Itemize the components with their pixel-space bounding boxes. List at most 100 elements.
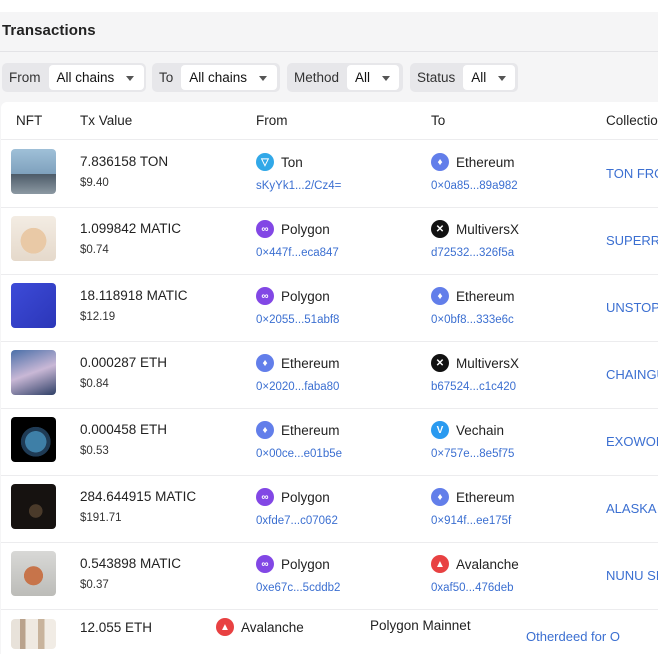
ethereum-icon: ♦ [256,421,274,439]
tx-value: 18.118918 MATIC [80,288,188,303]
transactions-table: NFT Tx Value From To Collection 7.836158… [1,102,658,654]
collection-link[interactable]: Otherdeed for O [526,629,620,644]
table-row[interactable]: 12.055 ETH ▲ Avalanche Polygon Mainnet O… [1,607,658,654]
column-header-nft: NFT [16,113,43,128]
table-row[interactable]: 0.000287 ETH $0.84 ♦ Ethereum 0×2020...faba8… [1,341,658,409]
filter-to-label: To [159,70,174,85]
filter-from[interactable]: From All chains [2,63,146,92]
to-address-link[interactable]: 0xaf50...476deb [431,582,514,594]
table-row[interactable]: 7.836158 TON $9.40 ▽ Ton sKyYk1...2/Cz4= ♦ Eth… [1,140,658,208]
to-address-link[interactable]: b67524...c1c420 [431,381,516,393]
from-address-link[interactable]: 0×2020...faba80 [256,381,339,393]
nft-thumbnail[interactable] [11,149,56,194]
from-chain-name: Polygon [281,221,330,237]
avalanche-icon: ▲ [216,618,234,636]
table-row[interactable]: 0.000458 ETH $0.53 ♦ Ethereum 0×00ce...e01b5… [1,408,658,476]
tx-value: 0.000287 ETH [80,355,168,370]
filter-method[interactable]: Method All [287,63,403,92]
filter-to-value: All chains [189,70,248,85]
from-chain-name: Ethereum [281,355,340,371]
to-address-link[interactable]: 0×0bf8...333e6c [431,314,514,326]
nft-thumbnail[interactable] [11,417,56,462]
tx-value-usd: $9.40 [80,177,109,189]
tx-value: 0.000458 ETH [80,422,168,437]
to-chain-name: MultiversX [456,355,520,371]
filter-from-select[interactable]: All chains [48,65,144,90]
to-address-link[interactable]: 0×0a85...89a982 [431,180,518,192]
filter-method-label: Method [294,70,340,85]
from-address-link[interactable]: 0xe67c...5cddb2 [256,582,340,594]
table-row[interactable]: 0.543898 MATIC $0.37 ∞ Polygon 0xe67c...5cdd… [1,542,658,610]
to-chain-name: Ethereum [456,154,515,170]
nft-thumbnail[interactable] [11,216,56,261]
from-address-link[interactable]: sKyYk1...2/Cz4= [256,180,341,192]
from-chain: ∞ Polygon [256,555,330,573]
from-chain: ∞ Polygon [256,220,330,238]
collection-link[interactable]: CHAINGUARDIANS [606,367,658,382]
nft-thumbnail[interactable] [11,484,56,529]
to-chain-name: Ethereum [456,489,515,505]
tx-value: 12.055 ETH [80,620,153,635]
from-address-link[interactable]: 0×00ce...e01b5e [256,448,342,460]
to-chain: ♦ Ethereum [431,287,515,305]
filter-status[interactable]: Status All [410,63,518,92]
chevron-down-icon [126,76,135,81]
ethereum-icon: ♦ [431,287,449,305]
table-row[interactable]: 1.099842 MATIC $0.74 ∞ Polygon 0×447f...eca8… [1,207,658,275]
to-chain-name: Avalanche [456,556,519,572]
table-row[interactable]: 18.118918 MATIC $12.19 ∞ Polygon 0×2055...51… [1,274,658,342]
polygon-icon: ∞ [256,555,274,573]
vechain-icon: V [431,421,449,439]
to-chain: V Vechain [431,421,504,439]
collection-link[interactable]: EXOWORLDS [606,434,658,449]
to-chain-name: Ethereum [456,288,515,304]
tx-value-usd: $0.37 [80,579,109,591]
collection-link[interactable]: SUPERRARE BEARS [606,233,658,248]
to-chain: ▲ Avalanche [431,555,519,573]
from-address-link[interactable]: 0xfde7...c07062 [256,515,338,527]
polygon-icon: ∞ [256,220,274,238]
filter-method-select[interactable]: All [347,65,400,90]
polygon-icon: ∞ [256,488,274,506]
collection-link[interactable]: ALASKA GOLD [606,501,658,516]
from-chain: ♦ Ethereum [256,354,340,372]
collection-link[interactable]: UNSTOPPABLE [606,300,658,315]
from-chain-name: Ethereum [281,422,340,438]
filter-from-value: All chains [56,70,115,85]
tx-value: 284.644915 MATIC [80,489,197,504]
to-chain: Polygon Mainnet [370,618,471,633]
chevron-down-icon [498,76,507,81]
from-chain: ∞ Polygon [256,488,330,506]
column-header-to: To [431,113,446,128]
nft-thumbnail[interactable] [11,350,56,395]
from-chain-name: Polygon [281,489,330,505]
nft-thumbnail[interactable] [11,283,56,328]
nft-thumbnail[interactable] [11,551,56,596]
tx-value-usd: $0.53 [80,445,109,457]
from-address-link[interactable]: 0×447f...eca847 [256,247,339,259]
nft-thumbnail[interactable] [11,619,56,649]
filter-to[interactable]: To All chains [152,63,280,92]
filter-to-select[interactable]: All chains [181,65,278,90]
filter-status-select[interactable]: All [463,65,516,90]
tx-value-usd: $0.74 [80,244,109,256]
to-address-link[interactable]: 0×757e...8e5f75 [431,448,514,460]
to-address-link[interactable]: d72532...326f5a [431,247,514,259]
from-address-link[interactable]: 0×2055...51abf8 [256,314,339,326]
collection-link[interactable]: NUNU SPIRITS [606,568,658,583]
ethereum-icon: ♦ [256,354,274,372]
polygon-icon: ∞ [256,287,274,305]
table-header: NFT Tx Value From To Collection [1,102,658,140]
header-divider [0,51,658,52]
table-row[interactable]: 284.644915 MATIC $191.71 ∞ Polygon 0xfde7...… [1,475,658,543]
from-chain-name: Avalanche [241,619,304,635]
from-chain: ∞ Polygon [256,287,330,305]
tx-value: 0.543898 MATIC [80,556,182,571]
collection-link[interactable]: TON FROGS [606,166,658,181]
from-chain: ♦ Ethereum [256,421,340,439]
to-chain: ♦ Ethereum [431,153,515,171]
multiversx-icon: ✕ [431,354,449,372]
to-chain-name: Vechain [456,422,505,438]
page-title: Transactions [2,22,96,39]
to-address-link[interactable]: 0×914f...ee175f [431,515,511,527]
